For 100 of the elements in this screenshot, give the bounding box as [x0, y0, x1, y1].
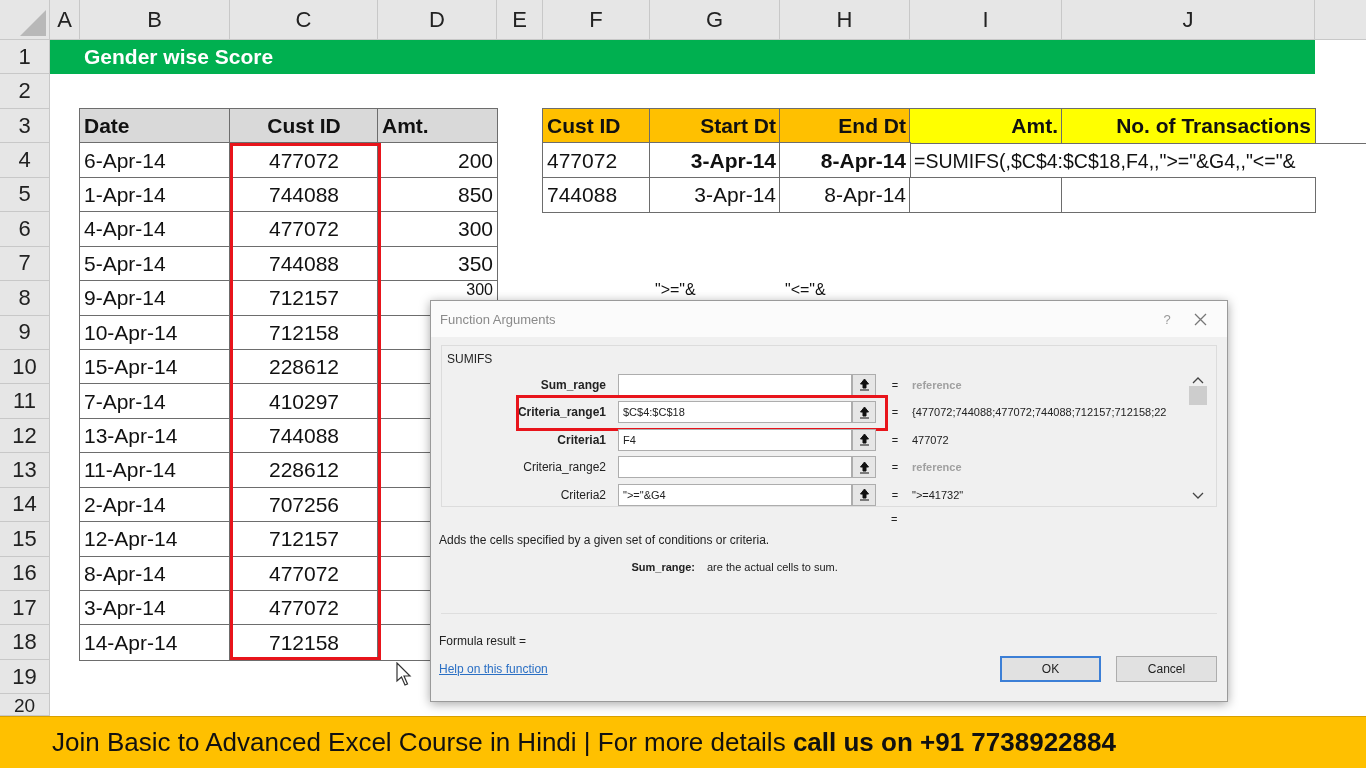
column-header[interactable]: G	[650, 0, 780, 40]
equals-sign: =	[890, 378, 900, 391]
argument-label: Criteria2	[559, 487, 607, 502]
row-header[interactable]: 18	[0, 625, 50, 660]
equals-sign: =	[890, 406, 900, 419]
function-name: SUMIFS	[446, 351, 494, 368]
table-cell: 6-Apr-14	[80, 143, 230, 178]
table-header-cell: End Dt	[780, 108, 910, 144]
table-cell: 1-Apr-14	[80, 177, 230, 213]
argument-help-text: are the actual cells to sum.	[707, 561, 839, 573]
argument-result: {477072;744088;477072;744088;712157;712158;22	[912, 406, 1168, 419]
table-cell: 712157	[230, 281, 378, 316]
argument-input[interactable]	[618, 456, 852, 479]
row-header[interactable]: 4	[0, 143, 50, 178]
equals-sign: =	[890, 433, 900, 446]
row-header[interactable]: 19	[0, 659, 50, 695]
table-cell: 477072	[230, 212, 378, 247]
row-header[interactable]: 17	[0, 591, 50, 626]
formula-cell[interactable]: =SUMIFS(,$C$4:$C$18,F4,,">="&G4,,"<="&	[910, 143, 1366, 178]
argument-label: Sum_range	[539, 377, 607, 392]
column-header[interactable]: C	[230, 0, 378, 40]
table-cell: 11-Apr-14	[80, 453, 230, 488]
banner-text: Join Basic to Advanced Excel Course in Hindi | For more details call us on +91 7738922884	[52, 727, 1116, 759]
argument-help-name: Sum_range:	[630, 561, 696, 573]
argument-result: 477072	[912, 433, 950, 446]
row-header[interactable]: 11	[0, 384, 50, 419]
table-cell: 744088	[230, 177, 378, 213]
argument-input[interactable]: F4	[618, 428, 852, 451]
equals-sign: =	[890, 488, 900, 501]
table-cell: 477072	[230, 591, 378, 626]
row-header[interactable]: 12	[0, 418, 50, 454]
argument-input[interactable]: ">="&G4	[618, 483, 852, 506]
collapse-dialog-button[interactable]	[852, 428, 876, 451]
cell-text: ">="&	[655, 282, 696, 299]
table-cell: 744088	[230, 246, 378, 282]
row-header[interactable]: 2	[0, 74, 50, 109]
column-header[interactable]: A	[50, 0, 80, 40]
table-cell: 477072	[230, 556, 378, 591]
column-header[interactable]: I	[910, 0, 1062, 40]
table-cell: 2-Apr-14	[80, 487, 230, 523]
chevron-up-icon[interactable]	[1192, 376, 1204, 384]
row-header[interactable]: 20	[0, 694, 50, 717]
row-header[interactable]: 5	[0, 177, 50, 213]
cancel-button[interactable]: Cancel	[1116, 656, 1217, 682]
upload-arrow-icon	[858, 488, 870, 502]
table-cell: 228612	[230, 349, 378, 385]
row-header[interactable]: 1	[0, 40, 50, 75]
row-header[interactable]: 8	[0, 281, 50, 316]
equals-sign: =	[891, 513, 899, 527]
argument-result: reference	[912, 378, 963, 391]
row-header[interactable]: 7	[0, 246, 50, 282]
table-header-cell: Date	[80, 108, 230, 144]
row-header[interactable]: 3	[0, 108, 50, 144]
column-header[interactable]: B	[80, 0, 230, 40]
row-header[interactable]: 14	[0, 487, 50, 523]
scrollbar[interactable]	[1188, 376, 1208, 500]
collapse-dialog-button[interactable]	[852, 373, 876, 396]
argument-input[interactable]	[618, 373, 852, 396]
collapse-dialog-button[interactable]	[852, 401, 876, 424]
column-header[interactable]: H	[780, 0, 910, 40]
collapse-dialog-button[interactable]	[852, 456, 876, 479]
help-link[interactable]: Help on this function	[439, 662, 985, 676]
column-header[interactable]: D	[378, 0, 497, 40]
scrollbar-thumb[interactable]	[1189, 386, 1207, 405]
upload-arrow-icon	[858, 405, 870, 419]
row-header[interactable]: 15	[0, 522, 50, 557]
upload-arrow-icon	[858, 378, 870, 392]
table-cell: 4-Apr-14	[80, 212, 230, 247]
argument-input[interactable]: $C$4:$C$18	[618, 401, 852, 424]
table-cell: 707256	[230, 487, 378, 523]
row-header[interactable]: 9	[0, 315, 50, 350]
table-cell: 8-Apr-14	[80, 556, 230, 591]
row-header[interactable]: 16	[0, 556, 50, 591]
table-header-cell: Start Dt	[650, 108, 780, 144]
table-header-cell: Cust ID	[543, 108, 650, 144]
argument-result: reference	[912, 461, 963, 474]
table-cell: 712158	[230, 315, 378, 350]
table-cell: 15-Apr-14	[80, 349, 230, 385]
row-header[interactable]: 10	[0, 349, 50, 385]
table-cell: 7-Apr-14	[80, 384, 230, 419]
column-header[interactable]: E	[497, 0, 543, 40]
column-header[interactable]: J	[1062, 0, 1315, 40]
ok-button[interactable]: OK	[1000, 656, 1101, 682]
table-header-cell: No. of Transactions	[1062, 108, 1315, 144]
upload-arrow-icon	[858, 460, 870, 474]
table-cell: 12-Apr-14	[80, 522, 230, 557]
column-header[interactable]: F	[543, 0, 650, 40]
collapse-dialog-button[interactable]	[852, 483, 876, 506]
argument-label: Criteria_range2	[522, 460, 607, 475]
column-header-strip	[1315, 0, 1366, 40]
table-cell: 477072	[543, 143, 650, 178]
cell-text: "<="&	[785, 282, 826, 299]
table-cell: 13-Apr-14	[80, 418, 230, 454]
row-header[interactable]: 13	[0, 453, 50, 488]
row-header[interactable]: 6	[0, 212, 50, 247]
argument-label: Criteria1	[556, 432, 607, 447]
equals-sign: =	[890, 461, 900, 474]
chevron-down-icon[interactable]	[1192, 492, 1204, 500]
formula-result: Formula result =	[439, 634, 528, 648]
table-cell: 3-Apr-14	[650, 143, 780, 178]
